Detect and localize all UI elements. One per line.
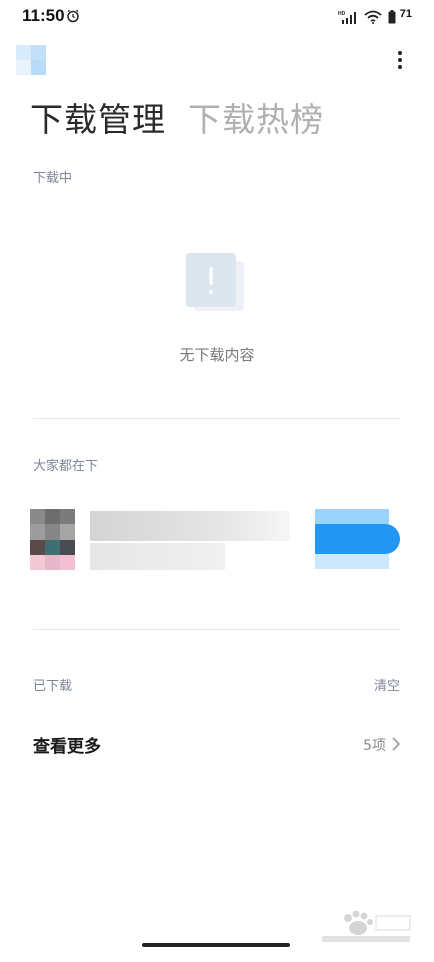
view-more-title[interactable]: 查看更多 xyxy=(33,732,101,757)
battery-level: 71 xyxy=(399,8,412,20)
header-tabs: 下载管理 下载热榜 xyxy=(30,98,324,142)
status-bar: 11:50 HD 71 xyxy=(0,0,434,34)
section-label-popular: 大家都在下 xyxy=(33,459,99,474)
avatar[interactable] xyxy=(16,45,46,75)
app-icon xyxy=(30,509,75,570)
hd-signal-icon: HD xyxy=(338,11,356,24)
section-label-downloading: 下载中 xyxy=(33,171,73,186)
more-dot-icon xyxy=(398,65,402,69)
tab-download-manager[interactable]: 下载管理 xyxy=(30,98,166,142)
empty-state-icon xyxy=(186,253,244,311)
more-menu-button[interactable] xyxy=(394,48,406,72)
chevron-right-icon[interactable] xyxy=(391,737,401,751)
more-dot-icon xyxy=(398,58,402,62)
svg-text:HD: HD xyxy=(338,11,346,17)
alarm-icon xyxy=(67,9,79,23)
divider xyxy=(33,418,400,419)
app-list-item[interactable] xyxy=(30,509,400,570)
home-indicator[interactable] xyxy=(142,943,290,947)
section-label-downloaded: 已下载 xyxy=(33,679,73,694)
app-info xyxy=(90,509,310,570)
watermark-logo xyxy=(322,910,411,942)
view-more-count[interactable]: 5项 xyxy=(363,735,386,755)
battery-icon xyxy=(388,10,396,24)
tab-download-ranking[interactable]: 下载热榜 xyxy=(188,98,324,142)
download-button[interactable] xyxy=(315,509,400,570)
wifi-icon xyxy=(364,10,382,24)
clear-button[interactable]: 清空 xyxy=(374,675,400,694)
divider xyxy=(33,629,400,630)
app-description xyxy=(90,543,225,570)
app-name xyxy=(90,511,290,541)
status-icons: HD xyxy=(338,9,396,25)
more-dot-icon xyxy=(398,51,402,55)
empty-state-text: 无下载内容 xyxy=(179,346,255,364)
status-time: 11:50 xyxy=(22,6,65,25)
